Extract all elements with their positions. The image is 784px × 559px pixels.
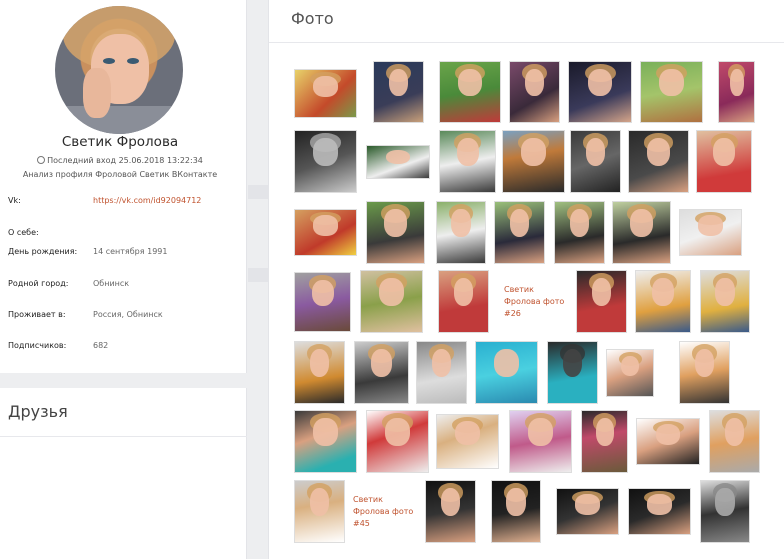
- photo-thumbnail[interactable]: [509, 410, 572, 473]
- photo-thumbnail[interactable]: [636, 418, 700, 465]
- vk-link[interactable]: https://vk.com/id92094712: [93, 196, 201, 205]
- avatar-eye-right: [127, 58, 139, 64]
- profile-analysis: Анализ профиля Фроловой Светик ВКонтакте: [22, 170, 218, 179]
- photo-thumbnail[interactable]: [547, 341, 598, 404]
- photo-thumbnail[interactable]: [294, 130, 357, 193]
- photo-thumbnail[interactable]: [554, 201, 605, 264]
- photo-thumbnail[interactable]: [709, 410, 760, 473]
- photo-thumbnail[interactable]: [438, 270, 489, 333]
- photo-thumbnail[interactable]: [439, 61, 501, 123]
- lives-value: Россия, Обнинск: [93, 310, 163, 319]
- birthday-value: 14 сентября 1991: [93, 247, 168, 256]
- photo-thumbnail[interactable]: [570, 130, 621, 193]
- photo-thumbnail[interactable]: [581, 410, 628, 473]
- photo-thumbnail[interactable]: [366, 145, 430, 179]
- friends-card: Друзья: [0, 388, 247, 559]
- vk-label: Vk:: [8, 196, 21, 205]
- photo-caption-26[interactable]: Светик Фролова фото #26: [504, 284, 566, 320]
- hometown-label: Родной город:: [8, 279, 69, 288]
- photo-thumbnail[interactable]: [436, 201, 486, 264]
- photo-thumbnail[interactable]: [679, 341, 730, 404]
- photo-thumbnail[interactable]: [360, 270, 423, 333]
- lives-label: Проживает в:: [8, 310, 66, 319]
- gutter-marker: [248, 185, 268, 199]
- photo-thumbnail[interactable]: [436, 414, 499, 469]
- about-label: О себе:: [8, 228, 39, 237]
- photo-thumbnail[interactable]: [628, 130, 689, 193]
- avatar-eye-left: [103, 58, 115, 64]
- avatar-hand: [83, 68, 111, 118]
- birthday-label: День рождения:: [8, 247, 78, 256]
- clock-icon: [37, 156, 46, 164]
- profile-name: Светик Фролова: [61, 134, 179, 150]
- photo-thumbnail[interactable]: [294, 69, 357, 118]
- hometown-value: Обнинск: [93, 279, 130, 288]
- photo-thumbnail[interactable]: [366, 201, 425, 264]
- photo-thumbnail[interactable]: [509, 61, 560, 123]
- photo-thumbnail[interactable]: [556, 488, 619, 535]
- photo-thumbnail[interactable]: [612, 201, 671, 264]
- photo-caption-45[interactable]: Светик Фролова фото #45: [353, 494, 415, 530]
- photo-thumbnail[interactable]: [640, 61, 703, 123]
- photo-thumbnail[interactable]: [628, 488, 691, 535]
- photo-thumbnail[interactable]: [294, 209, 357, 256]
- photo-thumbnail[interactable]: [696, 130, 752, 193]
- photos-title[interactable]: Фото: [291, 9, 334, 28]
- photo-thumbnail[interactable]: [568, 61, 632, 123]
- photo-thumbnail[interactable]: [502, 130, 565, 193]
- photo-thumbnail[interactable]: [425, 480, 476, 543]
- last-visit-text: Последний вход 25.06.2018 13:22:34: [47, 156, 203, 165]
- gutter-marker: [248, 268, 268, 282]
- last-visit: Последний вход 25.06.2018 13:22:34: [0, 156, 240, 165]
- photo-thumbnail[interactable]: [700, 270, 750, 333]
- photo-thumbnail[interactable]: [576, 270, 627, 333]
- photo-thumbnail[interactable]: [294, 272, 351, 332]
- photo-thumbnail[interactable]: [294, 410, 357, 473]
- avatar-shirt: [55, 106, 183, 134]
- followers-label: Подписчиков:: [8, 341, 67, 350]
- photo-thumbnail[interactable]: [606, 349, 654, 397]
- photo-thumbnail[interactable]: [700, 480, 750, 543]
- photo-thumbnail[interactable]: [366, 410, 429, 473]
- followers-value[interactable]: 682: [93, 341, 108, 350]
- photos-card: Фото Светик Фролова фото #26 Светик Фрол…: [268, 0, 784, 559]
- friends-title[interactable]: Друзья: [8, 402, 68, 421]
- profile-card: Светик Фролова Последний вход 25.06.2018…: [0, 0, 247, 373]
- friends-divider: [0, 436, 247, 437]
- photo-thumbnail[interactable]: [635, 270, 691, 333]
- photos-divider: [269, 42, 784, 43]
- photo-thumbnail[interactable]: [494, 201, 545, 264]
- profile-avatar[interactable]: [55, 6, 183, 134]
- photo-thumbnail[interactable]: [354, 341, 409, 404]
- photo-thumbnail[interactable]: [679, 209, 742, 256]
- photo-thumbnail[interactable]: [416, 341, 467, 404]
- photo-thumbnail[interactable]: [491, 480, 541, 543]
- photo-thumbnail[interactable]: [718, 61, 755, 123]
- photo-thumbnail[interactable]: [294, 480, 345, 543]
- photo-thumbnail[interactable]: [294, 341, 345, 404]
- photo-thumbnail[interactable]: [475, 341, 538, 404]
- photo-thumbnail[interactable]: [439, 130, 496, 193]
- photo-thumbnail[interactable]: [373, 61, 424, 123]
